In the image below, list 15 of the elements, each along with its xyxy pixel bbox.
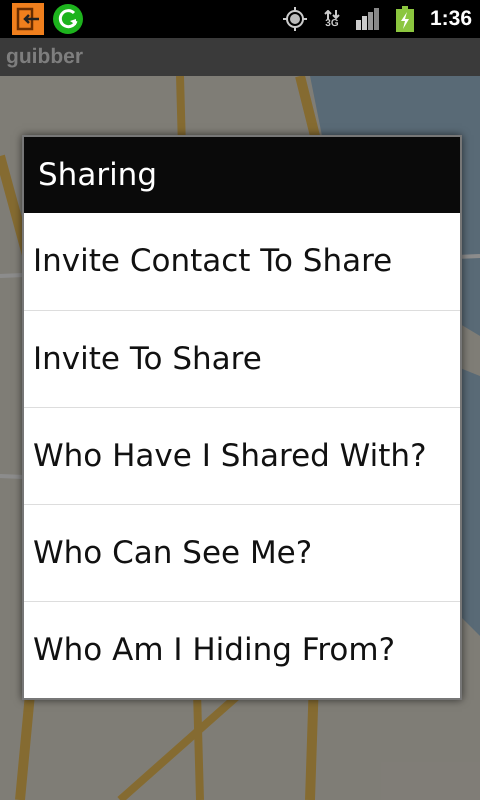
data-arrows-icon: [324, 10, 340, 18]
refresh-icon: [52, 3, 84, 35]
signal-icon: [356, 8, 380, 30]
app-title: guibber: [6, 44, 83, 70]
dialog-title: Sharing: [38, 157, 158, 193]
network-type-label: 3G: [325, 18, 339, 28]
gps-icon: [282, 6, 308, 32]
menu-item[interactable]: Invite Contact To Share: [24, 213, 460, 310]
menu-item[interactable]: Who Can See Me?: [24, 504, 460, 601]
exit-icon: [12, 3, 44, 35]
battery-charging-icon: [396, 6, 414, 32]
menu-item[interactable]: Who Have I Shared With?: [24, 407, 460, 504]
menu-item[interactable]: Invite To Share: [24, 310, 460, 407]
clock-time: 1:36: [430, 6, 472, 32]
menu-item[interactable]: Who Am I Hiding From?: [24, 601, 460, 698]
